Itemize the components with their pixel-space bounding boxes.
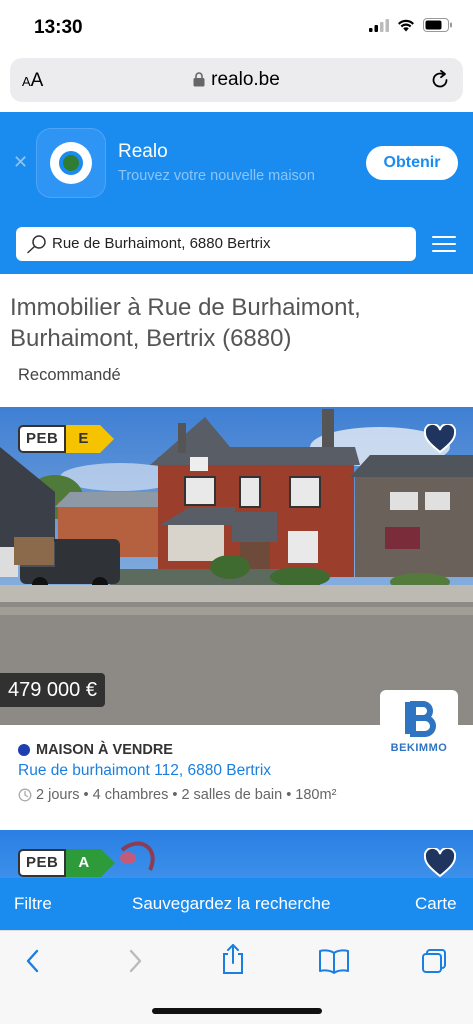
- peb-grade: E: [66, 425, 115, 453]
- search-value: Rue de Burhaimont, 6880 Bertrix: [52, 235, 271, 252]
- listing-area: 180m²: [295, 787, 337, 803]
- agency-logo[interactable]: BEKIMMO: [380, 690, 458, 762]
- back-icon[interactable]: [22, 947, 44, 975]
- wifi-icon: [398, 19, 414, 31]
- type-dot: [18, 744, 30, 756]
- peb-label-2: PEB: [18, 849, 67, 877]
- share-icon[interactable]: [220, 943, 246, 975]
- agency-name: BEKIMMO: [390, 742, 448, 754]
- get-app-button[interactable]: Obtenir: [366, 146, 458, 180]
- filter-button[interactable]: Filtre: [14, 894, 52, 914]
- peb-badge-2: PEB A: [18, 849, 115, 877]
- listing-bathrooms: 2 salles de bain: [181, 787, 283, 803]
- peb-grade-2: A: [66, 849, 115, 877]
- save-search-button[interactable]: Sauvegardez la recherche: [132, 894, 330, 914]
- listing-meta: 2 jours • 4 chambres • 2 salles de bain …: [18, 787, 336, 803]
- listing-bedrooms: 4 chambres: [92, 787, 169, 803]
- reload-icon[interactable]: [429, 69, 451, 91]
- close-icon[interactable]: ✕: [13, 152, 28, 173]
- property-type: MAISON À VENDRE: [18, 742, 173, 758]
- url-text: realo.be: [211, 69, 280, 90]
- tabs-icon[interactable]: [420, 947, 448, 975]
- status-bar: 13:30: [0, 0, 473, 56]
- sort-selector[interactable]: Recommandé: [18, 366, 121, 385]
- app-banner-title: Realo: [118, 141, 168, 162]
- bookmarks-icon[interactable]: [318, 947, 350, 975]
- listing-address-link[interactable]: Rue de burhaimont 112, 6880 Bertrix: [18, 762, 271, 780]
- status-icons: [369, 18, 453, 32]
- site-header: ✕ Realo Trouvez votre nouvelle maison Ob…: [0, 112, 473, 274]
- forward-icon[interactable]: [124, 947, 146, 975]
- results-action-bar: Filtre Sauvegardez la recherche Carte: [0, 878, 473, 930]
- clock-icon: [18, 788, 32, 802]
- search-input[interactable]: Rue de Burhaimont, 6880 Bertrix: [16, 227, 416, 261]
- lock-icon: [193, 72, 205, 87]
- heart-icon[interactable]: [424, 424, 456, 454]
- peb-badge: PEB E: [18, 425, 115, 453]
- map-button[interactable]: Carte: [415, 894, 457, 914]
- price-tag: 479 000 €: [0, 673, 105, 707]
- page-title: Immobilier à Rue de Burhaimont, Burhaimo…: [10, 294, 361, 352]
- menu-icon[interactable]: [432, 234, 456, 254]
- search-icon: [27, 235, 46, 254]
- home-indicator: [152, 1008, 322, 1014]
- property-type-label: MAISON À VENDRE: [36, 742, 173, 758]
- heart-icon-2[interactable]: [424, 848, 456, 878]
- battery-icon: [423, 18, 452, 32]
- peb-label: PEB: [18, 425, 67, 453]
- agency-logo-mark: [405, 701, 436, 737]
- app-icon: [36, 128, 106, 198]
- signal-icon: [369, 18, 389, 32]
- app-banner-subtitle: Trouvez votre nouvelle maison: [118, 168, 315, 184]
- listing-age: 2 jours: [36, 787, 80, 803]
- status-time: 13:30: [34, 17, 83, 38]
- url-display[interactable]: realo.be: [10, 69, 463, 91]
- address-bar[interactable]: AA realo.be: [10, 58, 463, 102]
